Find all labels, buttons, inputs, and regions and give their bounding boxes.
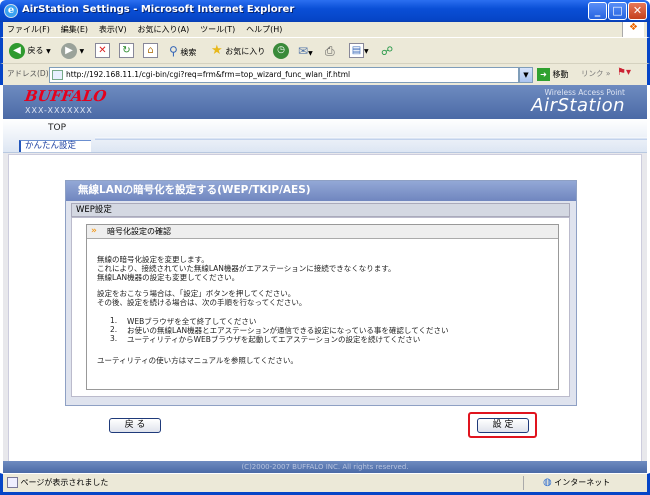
windows-logo-icon: ❖ bbox=[622, 22, 644, 37]
message-line: その後、設定を続ける場合は、次の手順を行なってください。 bbox=[97, 298, 307, 307]
menu-help[interactable]: ヘルプ(H) bbox=[242, 22, 286, 35]
buffalo-logo: BUFFALO bbox=[23, 87, 108, 105]
address-label: アドレス(D) bbox=[7, 69, 49, 78]
favorites-label: お気に入り bbox=[225, 47, 266, 56]
menu-favorites[interactable]: お気に入り(A) bbox=[133, 22, 193, 35]
menu-edit[interactable]: 編集(E) bbox=[57, 22, 92, 35]
back-button[interactable]: 戻 る bbox=[109, 418, 161, 433]
header-banner: BUFFALO XXX-XXXXXXX Wireless Access Poin… bbox=[3, 85, 647, 119]
menu-view[interactable]: 表示(V) bbox=[95, 22, 131, 35]
search-icon: ⚲ bbox=[169, 44, 178, 58]
mail-icon: ✉ bbox=[298, 44, 309, 58]
manual-note: ユーティリティの使い方はマニュアルを参照してください。 bbox=[97, 356, 298, 365]
edit-icon: ▤ bbox=[349, 43, 364, 58]
forward-arrow-icon: ▶ bbox=[61, 42, 77, 59]
status-divider bbox=[523, 476, 524, 490]
model-name: XXX-XXXXXXX bbox=[25, 106, 93, 115]
status-bar: ページが表示されました ◍ インターネット bbox=[0, 473, 650, 495]
step-number: 3. bbox=[110, 334, 118, 343]
print-button[interactable]: ⎙ bbox=[325, 41, 335, 61]
links-label: リンク bbox=[581, 69, 604, 78]
refresh-icon: ↻ bbox=[119, 43, 134, 58]
tab-top[interactable]: TOP bbox=[19, 123, 95, 137]
dialog-body: » 暗号化設定の確認 無線の暗号化設定を変更します。 これにより、接続されていた… bbox=[71, 217, 570, 397]
go-arrow-icon: ➜ bbox=[537, 68, 550, 81]
status-text: ページが表示されました bbox=[20, 478, 109, 487]
airstation-logo: AirStation bbox=[531, 95, 625, 116]
page-icon bbox=[52, 70, 63, 80]
globe-icon: ◍ bbox=[543, 477, 552, 488]
tab-easy-setup[interactable]: かんたん設定 bbox=[19, 140, 91, 152]
links-button[interactable]: リンク » bbox=[581, 68, 610, 79]
confirmation-title: 暗号化設定の確認 bbox=[107, 227, 171, 236]
home-button[interactable]: ⌂ bbox=[143, 41, 158, 61]
step-number: 1. bbox=[110, 316, 118, 325]
history-icon: ◷ bbox=[273, 42, 289, 59]
stop-button[interactable]: ✕ bbox=[95, 41, 110, 61]
toolbar: ◀ 戻る ▼ ▶ ▼ ✕ ↻ ⌂ ⚲ 検索 ★ お気に入り ◷ ✉▼ ⎙ ▤ ▼ … bbox=[0, 37, 650, 63]
address-url: http://192.168.11.1/cgi-bin/cgi?req=frm&… bbox=[66, 70, 351, 79]
go-button[interactable]: ➜ 移動 bbox=[537, 67, 569, 83]
dialog-title: 無線LANの暗号化を設定する(WEP/TKIP/AES) bbox=[66, 181, 576, 201]
step-number: 2. bbox=[110, 325, 118, 334]
zone-text: インターネット bbox=[554, 478, 611, 487]
history-button[interactable]: ◷ bbox=[273, 41, 289, 61]
maximize-button[interactable]: □ bbox=[608, 2, 627, 20]
messenger-button[interactable]: ☍ bbox=[381, 41, 393, 61]
address-input[interactable]: http://192.168.11.1/cgi-bin/cgi?req=frm&… bbox=[49, 67, 519, 83]
toolbar-extension-icon[interactable]: ⚑▾ bbox=[617, 67, 631, 78]
address-dropdown-button[interactable]: ▼ bbox=[519, 67, 533, 83]
back-label: 戻る bbox=[27, 46, 44, 55]
back-arrow-icon: ◀ bbox=[9, 42, 25, 59]
double-arrow-icon: » bbox=[91, 226, 97, 236]
set-button[interactable]: 設 定 bbox=[477, 418, 529, 433]
nav-bar: TOP かんたん設定 bbox=[3, 119, 647, 153]
refresh-button[interactable]: ↻ bbox=[119, 41, 134, 61]
stop-icon: ✕ bbox=[95, 43, 110, 58]
title-bar: e AirStation Settings - Microsoft Intern… bbox=[0, 0, 650, 22]
page-done-icon bbox=[7, 477, 18, 488]
mail-button[interactable]: ✉▼ bbox=[298, 41, 313, 61]
back-toolbar-button[interactable]: ◀ 戻る ▼ bbox=[9, 41, 51, 61]
status-text-wrap: ページが表示されました bbox=[7, 477, 108, 488]
step-text: ユーティリティからWEBブラウザを起動してエアステーションの設定を続けてください bbox=[127, 335, 421, 344]
nav-divider bbox=[95, 137, 647, 140]
home-icon: ⌂ bbox=[143, 43, 158, 58]
search-toolbar-button[interactable]: ⚲ 検索 bbox=[169, 41, 196, 61]
favorites-toolbar-button[interactable]: ★ お気に入り bbox=[211, 41, 265, 61]
section-title: WEP設定 bbox=[71, 203, 570, 217]
menu-bar: ファイル(F) 編集(E) 表示(V) お気に入り(A) ツール(T) ヘルプ(… bbox=[0, 22, 650, 37]
messenger-icon: ☍ bbox=[381, 44, 394, 58]
go-label: 移動 bbox=[552, 70, 569, 79]
address-bar: アドレス(D) http://192.168.11.1/cgi-bin/cgi?… bbox=[0, 63, 650, 85]
minimize-button[interactable]: _ bbox=[588, 2, 607, 20]
confirmation-box: » 暗号化設定の確認 無線の暗号化設定を変更します。 これにより、接続されていた… bbox=[86, 224, 559, 390]
copyright-footer: (C)2000-2007 BUFFALO INC. All rights res… bbox=[3, 461, 647, 473]
close-button[interactable]: ✕ bbox=[628, 2, 647, 20]
edit-dropdown-icon[interactable]: ▼ bbox=[364, 48, 369, 55]
forward-toolbar-button[interactable]: ▶ ▼ bbox=[61, 41, 84, 61]
confirmation-header: » 暗号化設定の確認 bbox=[87, 225, 558, 239]
security-zone: ◍ インターネット bbox=[543, 477, 610, 488]
back-dropdown-icon[interactable]: ▼ bbox=[46, 48, 51, 55]
window-title: AirStation Settings - Microsoft Internet… bbox=[22, 4, 295, 15]
forward-dropdown-icon[interactable]: ▼ bbox=[80, 48, 85, 55]
edit-button[interactable]: ▤ ▼ bbox=[349, 41, 369, 61]
message-line: 無線LAN機器の設定も変更してください。 bbox=[97, 273, 240, 282]
star-icon: ★ bbox=[211, 43, 223, 58]
ie-logo-icon: e bbox=[4, 4, 18, 18]
menu-tools[interactable]: ツール(T) bbox=[196, 22, 239, 35]
search-label: 検索 bbox=[180, 48, 197, 57]
encryption-dialog: 無線LANの暗号化を設定する(WEP/TKIP/AES) WEP設定 » 暗号化… bbox=[65, 180, 577, 406]
mail-dropdown-icon[interactable]: ▼ bbox=[308, 50, 313, 57]
print-icon: ⎙ bbox=[325, 44, 335, 58]
menu-file[interactable]: ファイル(F) bbox=[3, 22, 54, 35]
page-content: BUFFALO XXX-XXXXXXX Wireless Access Poin… bbox=[3, 85, 647, 473]
